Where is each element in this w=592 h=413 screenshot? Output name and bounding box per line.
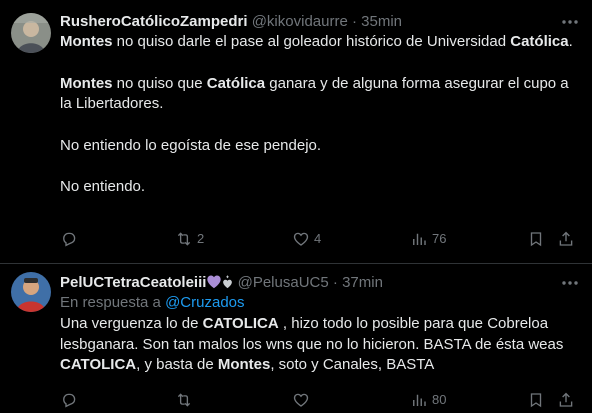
user-handle[interactable]: @PelusaUC5: [238, 274, 329, 291]
bookmark-button[interactable]: [527, 229, 545, 249]
purple-heart-emoji: [206, 274, 222, 295]
tweet-paragraph: Una verguenza lo de CATOLICA , hizo todo…: [60, 315, 564, 373]
like-button[interactable]: 4: [292, 229, 321, 249]
sparkle-heart-emoji: [222, 275, 233, 295]
like-icon: [293, 393, 309, 407]
tweet-paragraph: No entiendo lo egoísta de ese pendejo.: [60, 136, 322, 154]
views-icon: [413, 394, 426, 406]
views-count: 76: [432, 231, 447, 246]
action-bar: 80: [60, 390, 580, 410]
bookmark-button[interactable]: [527, 390, 545, 410]
avatar[interactable]: [11, 13, 51, 53]
tweet-header: PelUCTetraCeatoleiii @PelusaUC5 · 37min: [60, 273, 580, 293]
separator-dot: ·: [332, 274, 338, 291]
reply-context: En respuesta a @Cruzados: [60, 293, 580, 313]
more-icon[interactable]: [560, 12, 580, 32]
share-button[interactable]: [557, 390, 575, 410]
tweet-text: Montes no quiso darle el pase al goleado…: [60, 32, 580, 198]
tweet-header: RusheroCatólicoZampedri @kikovidaurre · …: [60, 12, 580, 32]
display-name[interactable]: RusheroCatólicoZampedri: [60, 13, 248, 30]
more-icon[interactable]: [560, 273, 580, 293]
timestamp[interactable]: 37min: [342, 274, 383, 291]
like-icon: [293, 232, 309, 246]
like-count: 4: [314, 231, 322, 246]
tweet-text: Una verguenza lo de CATOLICA , hizo todo…: [60, 314, 580, 376]
share-icon: [559, 231, 573, 246]
avatar[interactable]: [11, 272, 51, 312]
action-bar: 2 4 76: [60, 229, 580, 249]
views-icon: [413, 233, 426, 245]
repost-count: 2: [197, 231, 205, 246]
tweet-paragraph: Montes no quiso que Católica ganara y de…: [60, 74, 569, 113]
repost-button[interactable]: [175, 390, 197, 410]
tweet-paragraph: Montes no quiso darle el pase al goleado…: [60, 33, 573, 50]
repost-icon: [177, 232, 191, 246]
reply-icon: [63, 393, 76, 408]
separator-dot: ·: [351, 13, 357, 30]
display-name[interactable]: PelUCTetraCeatoleiii: [60, 274, 206, 291]
like-button[interactable]: [292, 390, 314, 410]
timestamp[interactable]: 35min: [361, 13, 402, 30]
reply-prefix: En respuesta a: [60, 294, 161, 311]
share-icon: [559, 392, 573, 407]
reply-button[interactable]: [60, 390, 82, 410]
reply-button[interactable]: [60, 229, 82, 249]
repost-button[interactable]: 2: [175, 229, 204, 249]
user-handle[interactable]: @kikovidaurre: [252, 13, 348, 30]
views-button[interactable]: 80: [410, 390, 446, 410]
reply-icon: [63, 232, 76, 247]
tweet[interactable]: RusheroCatólicoZampedri @kikovidaurre · …: [0, 0, 592, 264]
share-button[interactable]: [557, 229, 575, 249]
bookmark-icon: [530, 393, 542, 408]
reply-to-link[interactable]: @Cruzados: [165, 294, 244, 311]
repost-icon: [177, 393, 191, 407]
views-count: 80: [432, 392, 447, 407]
tweet[interactable]: PelUCTetraCeatoleiii @PelusaUC5 · 37min …: [0, 264, 592, 413]
bookmark-icon: [530, 232, 542, 247]
views-button[interactable]: 76: [410, 229, 446, 249]
tweet-paragraph: No entiendo.: [60, 178, 146, 195]
